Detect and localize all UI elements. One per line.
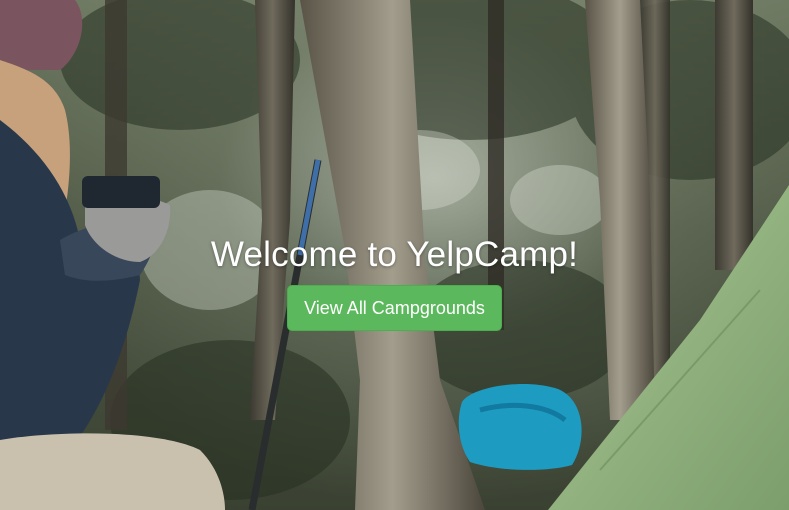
landing-hero: Welcome to YelpCamp! View All Campground…: [0, 0, 789, 510]
hero-content: Welcome to YelpCamp! View All Campground…: [0, 234, 789, 331]
page-title: Welcome to YelpCamp!: [210, 235, 579, 274]
view-all-campgrounds-button[interactable]: View All Campgrounds: [287, 285, 502, 331]
